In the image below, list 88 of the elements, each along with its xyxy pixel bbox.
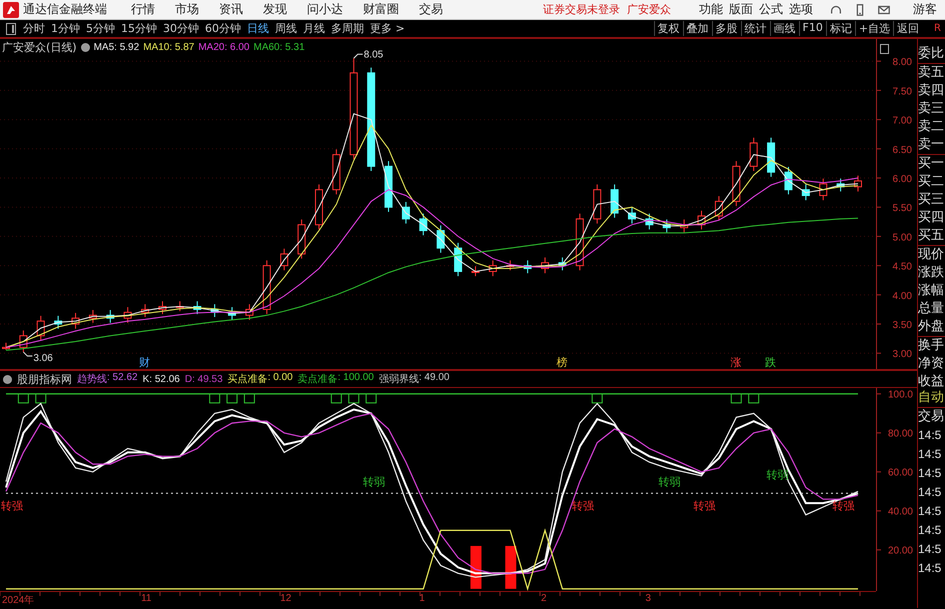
- date-label: 2: [541, 593, 547, 604]
- legend-name: D: [184, 374, 192, 384]
- trade-time: 14:5: [918, 446, 942, 463]
- event-marker: 跌: [765, 356, 776, 369]
- date-label: 11: [141, 593, 152, 604]
- app-title: 通达信金融终端: [23, 1, 108, 18]
- axis-tick-label: 4.50: [892, 262, 912, 273]
- legend-value: : 49.00: [418, 372, 450, 385]
- axis-tick-label: 3.50: [892, 320, 912, 332]
- date-label: 2024年: [2, 594, 34, 607]
- legend-value: : 0.00: [268, 372, 293, 385]
- quote-label: 卖一: [918, 136, 945, 154]
- date-label: 1: [419, 593, 425, 604]
- legend-name: MA10: [143, 42, 170, 53]
- legend-name: 趋势线: [77, 372, 107, 386]
- legend-value: : 52.06: [149, 374, 180, 384]
- trade-time: 14:5: [918, 484, 942, 501]
- signal-label: 转强: [572, 499, 594, 512]
- legend-value: : 5.31: [280, 42, 305, 53]
- legend-name: K: [142, 374, 150, 384]
- legend-value: : 5.92: [114, 42, 140, 53]
- legend-value: : 6.00: [224, 42, 250, 53]
- axis-tick-label: 7.00: [892, 116, 912, 127]
- quote-label: 卖四: [918, 82, 945, 100]
- legend-value: : 52.62: [107, 372, 138, 385]
- axis-tick-label: 60.00: [888, 467, 913, 478]
- price-annotation: 8.05: [353, 49, 384, 60]
- quote-label: 卖二: [918, 118, 945, 136]
- quote-label: 买五: [918, 227, 945, 245]
- quote-label: 卖五: [918, 63, 945, 82]
- date-label: 12: [280, 593, 292, 604]
- quote-label: 换手: [918, 336, 945, 355]
- event-marker: 涨: [730, 356, 742, 369]
- axis-tick-label: 3.00: [892, 349, 912, 360]
- trade-time: 14:5: [918, 541, 942, 558]
- legend-value: : 100.00: [338, 372, 374, 385]
- quote-label: 涨幅: [918, 282, 945, 300]
- legend-value: : 49.53: [192, 374, 223, 384]
- axis-tick-label: 5.50: [892, 203, 912, 214]
- quote-label: 委比: [918, 45, 945, 63]
- event-marker: 财: [139, 356, 150, 369]
- axis-tick-label: 100.0: [888, 389, 913, 400]
- quote-label: 买二: [918, 173, 945, 191]
- quote-label: 买四: [918, 209, 945, 227]
- quote-label: 现价: [918, 245, 945, 264]
- quote-label: 买一: [918, 154, 945, 173]
- event-marker: 榜: [556, 356, 568, 369]
- chart-title: 广安爱众(日线): [2, 40, 77, 55]
- axis-tick-label: 5.00: [892, 232, 912, 244]
- legend-name: 买点准备: [228, 372, 268, 386]
- axis-tick-label: 8.00: [892, 57, 912, 68]
- signal-label: 转强: [832, 499, 855, 512]
- trade-time: 14:5: [918, 560, 942, 577]
- quote-label: 外盘: [918, 318, 945, 336]
- date-label: 3: [645, 593, 651, 604]
- axis-tick-label: 40.00: [888, 506, 913, 518]
- legend-name: MA60: [254, 42, 280, 53]
- legend-name: MA5: [94, 42, 114, 53]
- login-notice: 证券交易未登录 广安爱众: [543, 2, 671, 17]
- quote-label: 涨跌: [918, 264, 945, 282]
- axis-tick-label: 6.00: [892, 174, 912, 185]
- quote-label: 买三: [918, 191, 945, 209]
- quote-label: 卖三: [918, 100, 945, 118]
- legend-name: MA20: [198, 42, 224, 53]
- signal-label: 转强: [694, 499, 716, 512]
- signal-label: 转弱: [658, 475, 681, 488]
- trade-time: 14:5: [918, 427, 942, 444]
- legend-value: : 5.87: [169, 42, 194, 53]
- trade-header: 交易: [918, 408, 945, 426]
- trade-time: 14:5: [918, 465, 942, 482]
- trade-time: 14:5: [918, 522, 942, 539]
- legend-name: 强弱界线: [378, 372, 419, 386]
- signal-label: 转弱: [363, 475, 386, 488]
- quote-label: 净资: [918, 355, 945, 373]
- indicator-title: 股朋指标网: [17, 372, 72, 386]
- axis-tick-label: 6.50: [892, 144, 912, 156]
- price-annotation: 3.06: [22, 352, 53, 364]
- axis-tick-label: 20.00: [888, 545, 913, 556]
- annotation: 3.06: [33, 353, 54, 364]
- trade-time: 14:5: [918, 503, 942, 520]
- annotation: 8.05: [364, 49, 384, 60]
- signal-label: 转强: [1, 499, 23, 512]
- axis-tick-label: 7.50: [892, 86, 912, 98]
- quote-label: 总量: [918, 300, 945, 318]
- axis-tick-label: 4.00: [892, 290, 912, 302]
- quote-label: 收益: [918, 373, 945, 390]
- axis-tick-label: 80.00: [888, 428, 913, 440]
- legend-name: 卖点准备: [298, 372, 338, 386]
